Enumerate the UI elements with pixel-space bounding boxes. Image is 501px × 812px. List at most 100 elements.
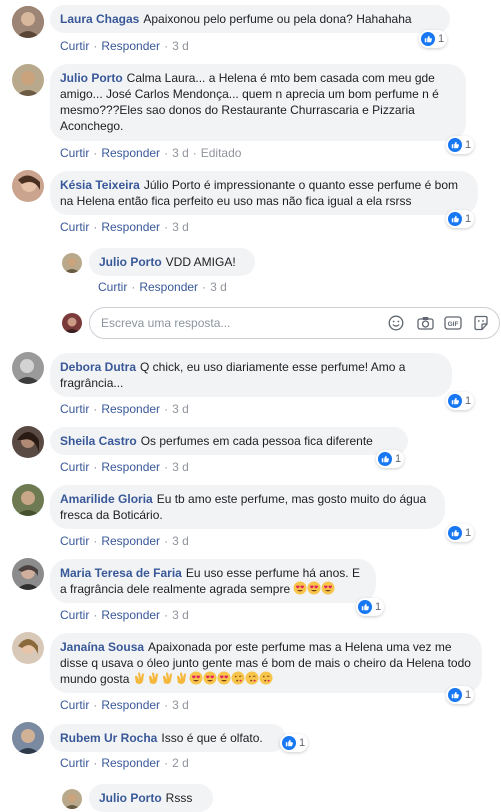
- reaction-count[interactable]: 1: [280, 734, 309, 752]
- comment-author[interactable]: Sheila Castro: [60, 434, 137, 448]
- sticker-icon[interactable]: [473, 315, 489, 334]
- like-thumb-icon: [448, 394, 462, 408]
- reply-button[interactable]: Responder: [101, 146, 160, 160]
- reply-author[interactable]: Julio Porto: [99, 791, 162, 805]
- comment-author[interactable]: Laura Chagas: [60, 12, 139, 26]
- reply-button[interactable]: Responder: [101, 756, 160, 770]
- comment-text: Apaixonou pelo perfume ou pela dona? Hah…: [143, 12, 412, 26]
- reaction-count[interactable]: 1: [446, 686, 475, 704]
- comment-text: Os perfumes em cada pessoa fica diferent…: [140, 434, 373, 448]
- avatar[interactable]: [12, 6, 44, 38]
- avatar[interactable]: [12, 558, 44, 590]
- clapping-hands-emoji: [162, 672, 172, 684]
- comment-actions: Curtir · Responder · 2 d: [60, 756, 189, 770]
- avatar[interactable]: [12, 64, 44, 96]
- like-button[interactable]: Curtir: [60, 402, 89, 416]
- like-thumb-icon: [448, 138, 462, 152]
- like-button[interactable]: Curtir: [60, 146, 89, 160]
- heart-eyes-emoji: [189, 671, 203, 685]
- comment-actions: Curtir · Responder · 3 d: [60, 698, 189, 712]
- reply-button[interactable]: Responder: [101, 220, 160, 234]
- reply-button[interactable]: Responder: [101, 402, 160, 416]
- reaction-number: 1: [375, 601, 382, 613]
- comment-author[interactable]: Amarilide Gloria: [60, 492, 153, 506]
- timestamp[interactable]: 2 d: [172, 756, 189, 770]
- like-button[interactable]: Curtir: [60, 534, 89, 548]
- gif-icon[interactable]: GIF: [444, 315, 462, 334]
- reaction-number: 1: [465, 395, 472, 407]
- timestamp[interactable]: 3 d: [210, 280, 227, 294]
- comment-author[interactable]: Rubem Ur Rocha: [60, 731, 157, 745]
- avatar[interactable]: [12, 632, 44, 664]
- comment-bubble: Debora Dutra Q chick, eu uso diariamente …: [50, 353, 452, 397]
- timestamp[interactable]: 3 d: [172, 608, 189, 622]
- comment-author[interactable]: Julio Porto: [60, 71, 123, 85]
- reply-button[interactable]: Responder: [101, 698, 160, 712]
- reaction-count[interactable]: 1: [446, 392, 475, 410]
- reaction-number: 1: [465, 139, 472, 151]
- reply-bubble: Julio Porto VDD AMIGA!: [89, 248, 255, 276]
- comment-actions: Curtir · Responder · 3 d: [60, 220, 189, 234]
- reaction-count[interactable]: 1: [446, 210, 475, 228]
- reaction-number: 1: [465, 689, 472, 701]
- reaction-number: 1: [395, 453, 402, 465]
- comment-text: Isso é que é olfato.: [161, 731, 263, 745]
- reply-button[interactable]: Responder: [101, 460, 160, 474]
- reaction-count[interactable]: 1: [419, 30, 448, 48]
- reply-input[interactable]: Escreva uma resposta... GIF: [89, 307, 500, 339]
- clapping-hands-emoji: [176, 672, 186, 684]
- avatar[interactable]: [12, 170, 44, 202]
- timestamp[interactable]: 3 d: [172, 534, 189, 548]
- like-button[interactable]: Curtir: [60, 608, 89, 622]
- comment-author[interactable]: Janaína Sousa: [60, 640, 144, 654]
- avatar[interactable]: [12, 426, 44, 458]
- timestamp[interactable]: 3 d: [172, 698, 189, 712]
- avatar[interactable]: [62, 789, 82, 809]
- emoji-row: [133, 671, 273, 686]
- comment-author[interactable]: Maria Teresa de Faria: [60, 566, 182, 580]
- like-button[interactable]: Curtir: [60, 698, 89, 712]
- reply-button[interactable]: Responder: [139, 280, 198, 294]
- like-button[interactable]: Curtir: [60, 756, 89, 770]
- emoji-icon[interactable]: [388, 315, 404, 334]
- like-button[interactable]: Curtir: [60, 460, 89, 474]
- camera-icon[interactable]: [417, 315, 434, 334]
- reply-button[interactable]: Responder: [101, 39, 160, 53]
- reply-placeholder: Escreva uma resposta...: [101, 316, 231, 330]
- like-button[interactable]: Curtir: [98, 280, 127, 294]
- reply-text: Rsss: [165, 791, 193, 805]
- reaction-count[interactable]: 1: [356, 598, 385, 616]
- like-button[interactable]: Curtir: [60, 39, 89, 53]
- reply-text: VDD AMIGA!: [165, 255, 236, 269]
- reaction-count[interactable]: 1: [446, 524, 475, 542]
- avatar[interactable]: [12, 722, 44, 754]
- timestamp[interactable]: 3 d: [172, 220, 189, 234]
- kissing-face-emoji: [245, 671, 259, 685]
- comment-bubble: Maria Teresa de Faria Eu uso esse perfume…: [50, 559, 376, 603]
- reply-author[interactable]: Julio Porto: [99, 255, 162, 269]
- reply-bubble: Julio Porto Rsss: [89, 784, 213, 812]
- reaction-number: 1: [465, 527, 472, 539]
- comment-actions: Curtir · Responder · 3 d · Editado: [60, 146, 242, 160]
- avatar[interactable]: [12, 352, 44, 384]
- svg-text:GIF: GIF: [448, 321, 459, 328]
- reply-button[interactable]: Responder: [101, 534, 160, 548]
- comment-author[interactable]: Debora Dutra: [60, 360, 136, 374]
- kissing-face-emoji: [259, 671, 273, 685]
- timestamp[interactable]: 3 d: [172, 460, 189, 474]
- comment-actions: Curtir · Responder · 3 d: [60, 402, 189, 416]
- comment-author[interactable]: Késia Teixeira: [60, 178, 140, 192]
- reaction-count[interactable]: 1: [376, 450, 405, 468]
- edited-label[interactable]: Editado: [201, 146, 242, 160]
- avatar[interactable]: [12, 484, 44, 516]
- comment-bubble: Janaína Sousa Apaixonada por este perfume…: [50, 633, 482, 693]
- avatar[interactable]: [62, 253, 82, 273]
- reaction-count[interactable]: 1: [446, 136, 475, 154]
- timestamp[interactable]: 3 d: [172, 146, 189, 160]
- timestamp[interactable]: 3 d: [172, 402, 189, 416]
- like-button[interactable]: Curtir: [60, 220, 89, 234]
- timestamp[interactable]: 3 d: [172, 39, 189, 53]
- heart-eyes-emoji: [203, 671, 217, 685]
- like-thumb-icon: [378, 452, 392, 466]
- reply-button[interactable]: Responder: [101, 608, 160, 622]
